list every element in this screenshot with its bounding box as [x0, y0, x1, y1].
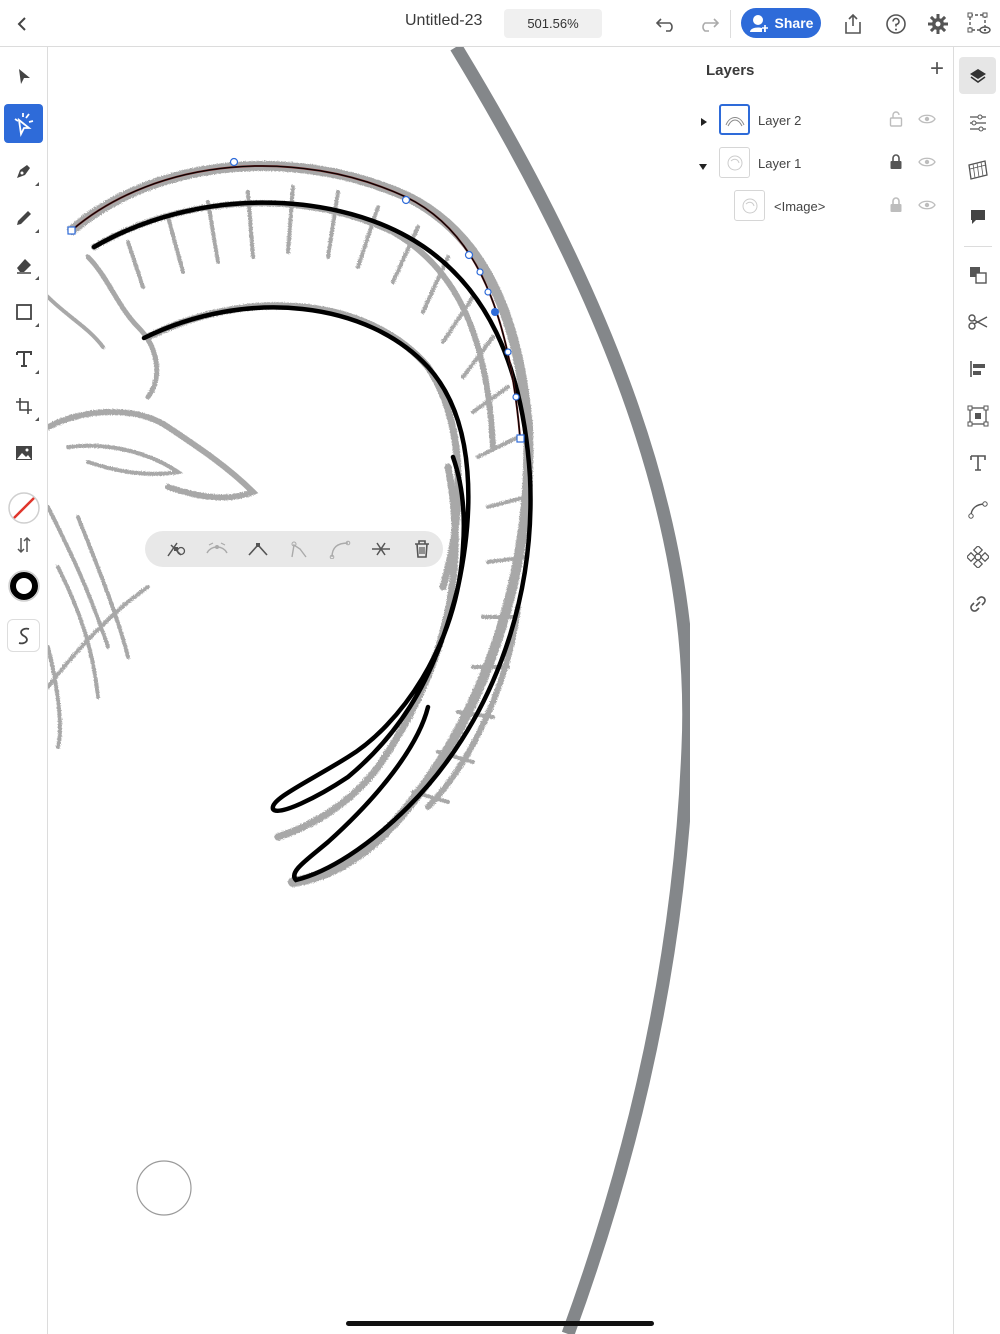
trash-icon[interactable] — [401, 531, 442, 567]
split-path-icon[interactable] — [319, 531, 360, 567]
stroke-swatch[interactable] — [4, 566, 43, 605]
cut-path-icon[interactable] — [360, 531, 401, 567]
redo-icon[interactable] — [695, 11, 723, 37]
image-tool[interactable] — [4, 433, 43, 472]
type-tool[interactable] — [4, 339, 43, 378]
text-icon[interactable] — [959, 444, 996, 481]
swap-icon[interactable] — [4, 527, 43, 563]
layers-panel-title: Layers — [706, 62, 755, 79]
layers-panel: Layers + Layer 2 Layer 1 <Image> — [690, 47, 953, 1334]
repeat-icon[interactable] — [959, 538, 996, 575]
layer-thumbnail — [719, 104, 750, 135]
libraries-icon[interactable] — [959, 151, 996, 188]
undo-icon[interactable] — [652, 11, 680, 37]
export-icon[interactable] — [840, 10, 866, 38]
selection-tool[interactable] — [4, 57, 43, 96]
unlock-icon[interactable] — [889, 111, 903, 132]
smooth-points-icon[interactable] — [196, 531, 237, 567]
zoom-level[interactable]: 501.56% — [504, 9, 602, 38]
layer-name: <Image> — [774, 199, 826, 214]
comments-icon[interactable] — [959, 198, 996, 235]
expand-triangle-icon[interactable] — [700, 114, 708, 132]
layers-icon[interactable] — [959, 57, 996, 94]
left-toolbar — [0, 47, 48, 1334]
lock-icon[interactable] — [889, 197, 903, 218]
pathfinder-icon[interactable] — [959, 303, 996, 340]
align-icon[interactable] — [959, 350, 996, 387]
share-person-icon — [749, 13, 769, 33]
layer-name: Layer 1 — [758, 156, 802, 171]
layer-row[interactable]: <Image> — [690, 186, 953, 226]
visibility-eye-icon[interactable] — [918, 155, 936, 173]
eraser-tool[interactable] — [4, 245, 43, 284]
corner-points-icon[interactable] — [237, 531, 278, 567]
home-indicator — [346, 1321, 654, 1326]
visibility-eye-icon[interactable] — [918, 198, 936, 216]
link-icon[interactable] — [959, 585, 996, 622]
convert-anchor-icon[interactable] — [155, 531, 196, 567]
smooth-tool[interactable] — [7, 619, 40, 652]
help-icon[interactable] — [883, 11, 909, 37]
pencil-tool[interactable] — [4, 198, 43, 237]
path-icon[interactable] — [959, 491, 996, 528]
fill-swatch[interactable] — [4, 488, 43, 527]
anchor-points — [67, 157, 525, 443]
join-points-icon[interactable] — [278, 531, 319, 567]
layer-thumbnail — [719, 147, 750, 178]
arrange-icon[interactable] — [959, 256, 996, 293]
fit-screen-icon[interactable] — [966, 11, 992, 37]
layer-name: Layer 2 — [758, 113, 802, 128]
back-chevron-icon[interactable] — [10, 12, 34, 36]
settings-icon[interactable] — [925, 11, 951, 37]
artboard-tool[interactable] — [4, 386, 43, 425]
touch-shortcut — [136, 1160, 192, 1216]
lock-icon[interactable] — [889, 154, 903, 175]
document-title[interactable]: Untitled-23 — [405, 12, 482, 30]
properties-icon[interactable] — [959, 104, 996, 141]
direct-selection-tool[interactable] — [4, 104, 43, 143]
path-context-toolbar — [145, 531, 443, 567]
layer-thumbnail — [734, 190, 765, 221]
layer-row[interactable]: Layer 1 — [690, 143, 953, 183]
artboard-canvas[interactable] — [48, 47, 690, 1334]
add-layer-button[interactable]: + — [930, 57, 944, 81]
top-bar: Untitled-23 501.56% Share — [0, 0, 1000, 47]
visibility-eye-icon[interactable] — [918, 112, 936, 130]
share-label: Share — [774, 15, 814, 31]
share-button[interactable]: Share — [741, 8, 821, 38]
right-rail — [953, 47, 1000, 1334]
canvas-artwork — [48, 47, 690, 1334]
layer-row[interactable]: Layer 2 — [690, 100, 953, 140]
collapse-triangle-icon[interactable] — [698, 158, 708, 176]
pen-tool[interactable] — [4, 151, 43, 190]
rectangle-tool[interactable] — [4, 292, 43, 331]
toolbar-divider — [730, 10, 731, 38]
transform-icon[interactable] — [959, 397, 996, 434]
